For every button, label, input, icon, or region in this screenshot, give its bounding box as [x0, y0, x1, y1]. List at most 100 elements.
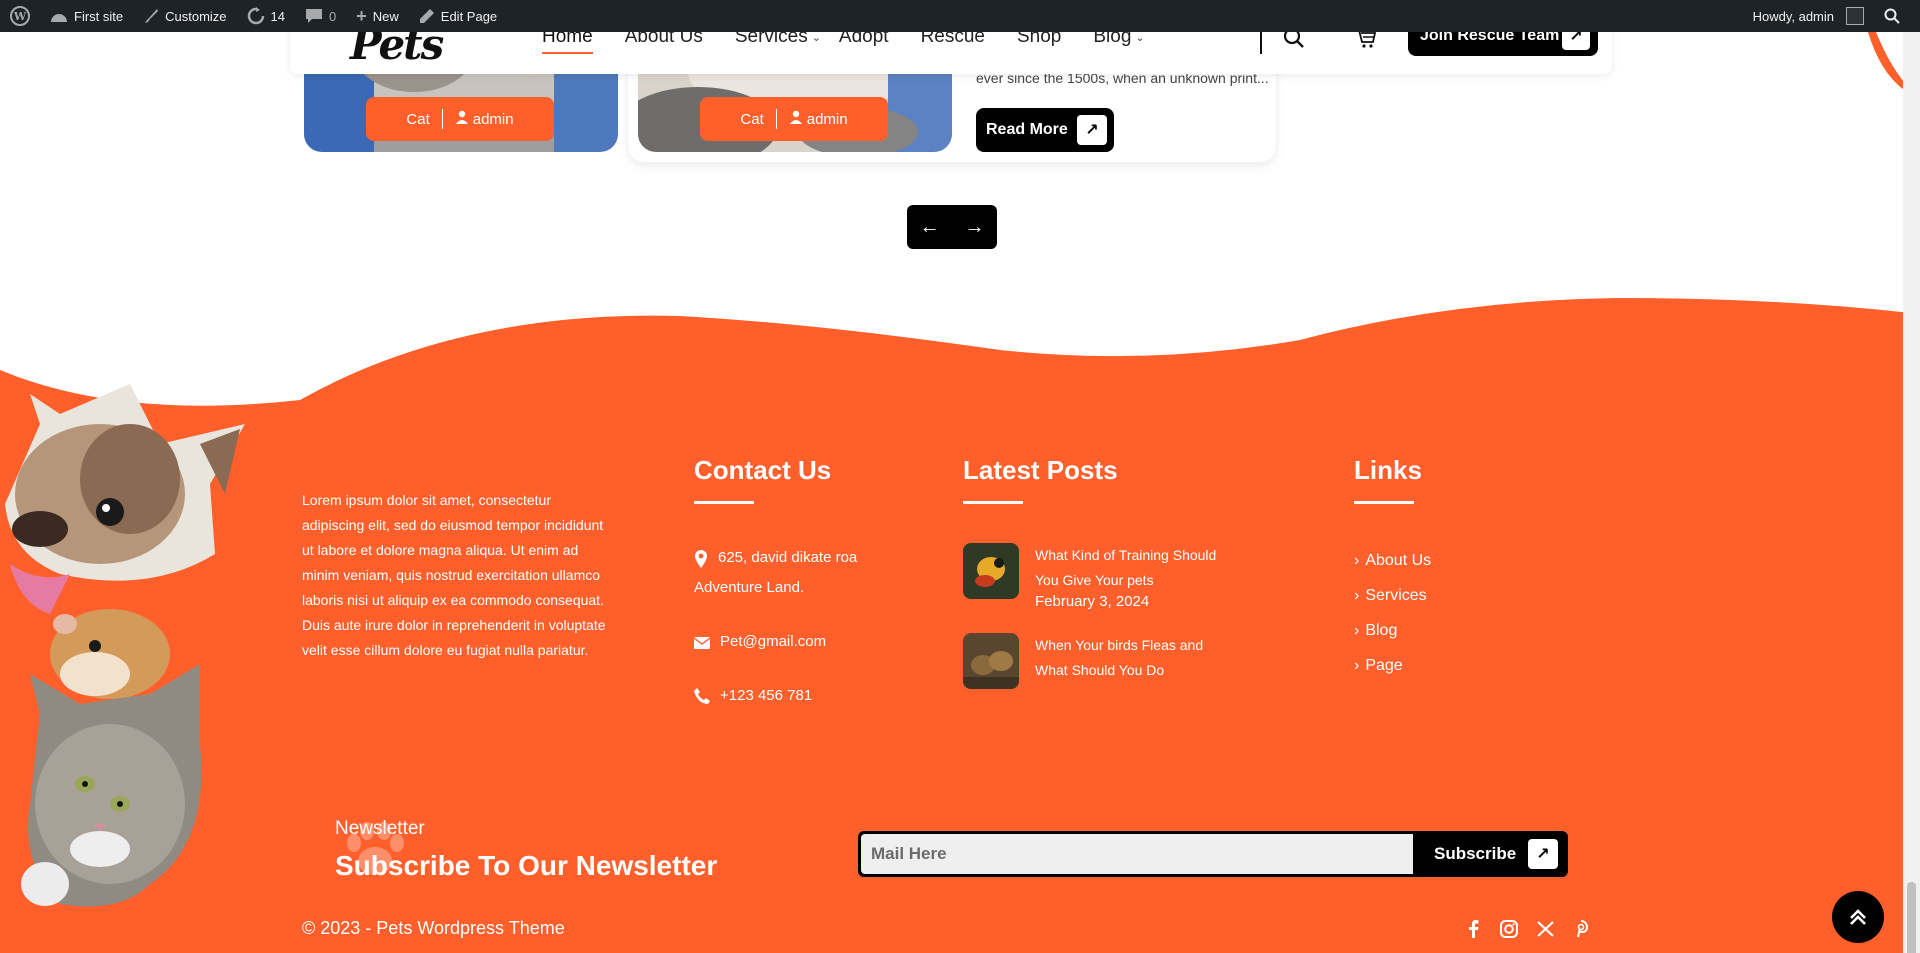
footer-link-blog[interactable]: › Blog — [1354, 613, 1431, 648]
chevron-down-icon: ⌄ — [1135, 31, 1145, 44]
author-label[interactable]: admin — [473, 111, 514, 128]
slider-nav: ← → — [907, 205, 997, 249]
category-label[interactable]: Cat — [406, 111, 429, 128]
address-line-2: Adventure Land. — [694, 579, 805, 596]
arrow-right-icon[interactable]: → — [955, 216, 995, 239]
post-title: What Kind of Training Should You Give Yo… — [1035, 547, 1217, 588]
contact-email[interactable]: Pet@gmail.com — [694, 627, 894, 657]
meta-separator — [775, 109, 777, 129]
blog-card-meta-2: Cat admin — [700, 97, 888, 141]
pencil-icon — [419, 9, 434, 23]
contact-list: 625, david dikate roa Adventure Land. Pe… — [694, 543, 894, 711]
envelope-icon — [694, 637, 710, 649]
email-text: Pet@gmail.com — [720, 633, 827, 650]
edit-page-label: Edit Page — [440, 8, 498, 24]
site-name-label: First site — [74, 8, 124, 24]
wordpress-logo-button[interactable]: W — [0, 0, 40, 32]
search-icon — [1884, 8, 1900, 24]
post-thumbnail — [963, 543, 1019, 599]
pets-illustration — [5, 384, 245, 907]
latest-posts-heading: Latest Posts — [963, 455, 1118, 485]
updates-icon — [247, 7, 264, 25]
arrow-up-right-icon: ↗ — [1077, 115, 1107, 145]
location-pin-icon — [695, 550, 707, 568]
chevron-right-icon: › — [1354, 551, 1360, 569]
edit-page-link[interactable]: Edit Page — [409, 0, 507, 32]
latest-post-2[interactable]: When Your birds Fleas and What Should Yo… — [963, 633, 1225, 689]
link-label: Page — [1365, 656, 1403, 674]
post-thumbnail — [963, 633, 1019, 689]
x-twitter-icon[interactable] — [1534, 918, 1556, 940]
instagram-icon[interactable] — [1498, 918, 1520, 940]
author-label[interactable]: admin — [807, 111, 848, 128]
subscribe-button[interactable]: Subscribe ↗ — [1424, 831, 1564, 877]
footer-link-about-us[interactable]: › About Us — [1354, 543, 1431, 578]
chevron-down-icon: ⌄ — [811, 31, 821, 44]
category-label[interactable]: Cat — [740, 111, 763, 128]
link-label: About Us — [1365, 551, 1432, 569]
post-date: February 3, 2024 — [1035, 593, 1150, 610]
admin-search-button[interactable] — [1874, 0, 1920, 32]
read-more-button[interactable]: Read More ↗ — [976, 108, 1114, 152]
newsletter-title: Subscribe To Our Newsletter — [335, 850, 718, 881]
admin-bar: W First site Customize 14 0 + New Edit P… — [0, 0, 1920, 32]
chevron-right-icon: › — [1354, 586, 1360, 604]
double-chevron-up-icon — [1850, 909, 1866, 925]
scrollbar-thumb[interactable] — [1907, 882, 1916, 953]
phone-text: +123 456 781 — [720, 687, 813, 704]
meta-separator — [441, 109, 443, 129]
updates-count: 14 — [270, 8, 286, 24]
footer-link-page[interactable]: › Page — [1354, 648, 1431, 683]
greeting-label: Howdy, admin — [1752, 8, 1834, 24]
comment-icon — [306, 9, 323, 23]
customize-link[interactable]: Customize — [133, 0, 236, 32]
address-line-1: 625, david dikate roa — [718, 549, 858, 566]
latest-post-1[interactable]: What Kind of Training Should You Give Yo… — [963, 543, 1225, 610]
user-icon — [789, 110, 803, 128]
my-account-link[interactable]: Howdy, admin — [1743, 0, 1874, 32]
scroll-to-top-button[interactable] — [1832, 891, 1884, 943]
contact-address: 625, david dikate roa — [694, 543, 894, 573]
comments-link[interactable]: 0 — [295, 0, 346, 32]
footer-about-text: Lorem ipsum dolor sit amet, consectetur … — [302, 492, 606, 658]
read-more-label: Read More — [986, 121, 1068, 138]
comments-count: 0 — [329, 8, 337, 24]
social-links — [1462, 918, 1592, 940]
subscribe-label: Subscribe — [1434, 844, 1517, 863]
pinterest-icon[interactable] — [1570, 918, 1592, 940]
links-heading: Links — [1354, 455, 1422, 485]
page-scrollbar[interactable] — [1903, 32, 1920, 953]
new-label: New — [372, 8, 399, 24]
customize-label: Customize — [165, 8, 227, 24]
avatar — [1846, 7, 1864, 25]
heading-underline — [1354, 501, 1414, 504]
updates-link[interactable]: 14 — [237, 0, 295, 32]
newsletter-label: Newsletter — [335, 818, 425, 839]
new-content-link[interactable]: + New — [346, 0, 409, 32]
svg-text:W: W — [13, 10, 27, 23]
arrow-left-icon[interactable]: ← — [910, 216, 950, 239]
brush-icon — [145, 9, 159, 23]
page-root: { "admin_bar": { "site_name": "First sit… — [0, 0, 1920, 953]
chevron-right-icon: › — [1354, 656, 1360, 674]
facebook-icon[interactable] — [1462, 918, 1484, 940]
decorative-corner-shape — [1868, 32, 1904, 90]
link-label: Services — [1365, 586, 1427, 604]
copyright-text: © 2023 - Pets Wordpress Theme — [302, 918, 565, 938]
contact-phone[interactable]: +123 456 781 — [694, 681, 894, 711]
newsletter-email-input[interactable] — [861, 834, 1413, 874]
heading-underline — [963, 501, 1023, 504]
plus-icon: + — [356, 5, 367, 26]
newsletter-form: Subscribe ↗ — [858, 831, 1568, 877]
contact-heading: Contact Us — [694, 455, 832, 485]
phone-icon — [694, 688, 710, 704]
blog-card-meta-1: Cat admin — [366, 97, 554, 141]
site-name-link[interactable]: First site — [40, 0, 133, 32]
footer-link-services[interactable]: › Services — [1354, 578, 1431, 613]
dashboard-icon — [51, 14, 67, 22]
arrow-up-right-icon: ↗ — [1528, 839, 1558, 869]
link-label: Blog — [1365, 621, 1398, 639]
chevron-right-icon: › — [1354, 621, 1360, 639]
footer-links-list: › About Us › Services › Blog › Page — [1354, 543, 1431, 683]
wordpress-icon: W — [10, 6, 30, 26]
